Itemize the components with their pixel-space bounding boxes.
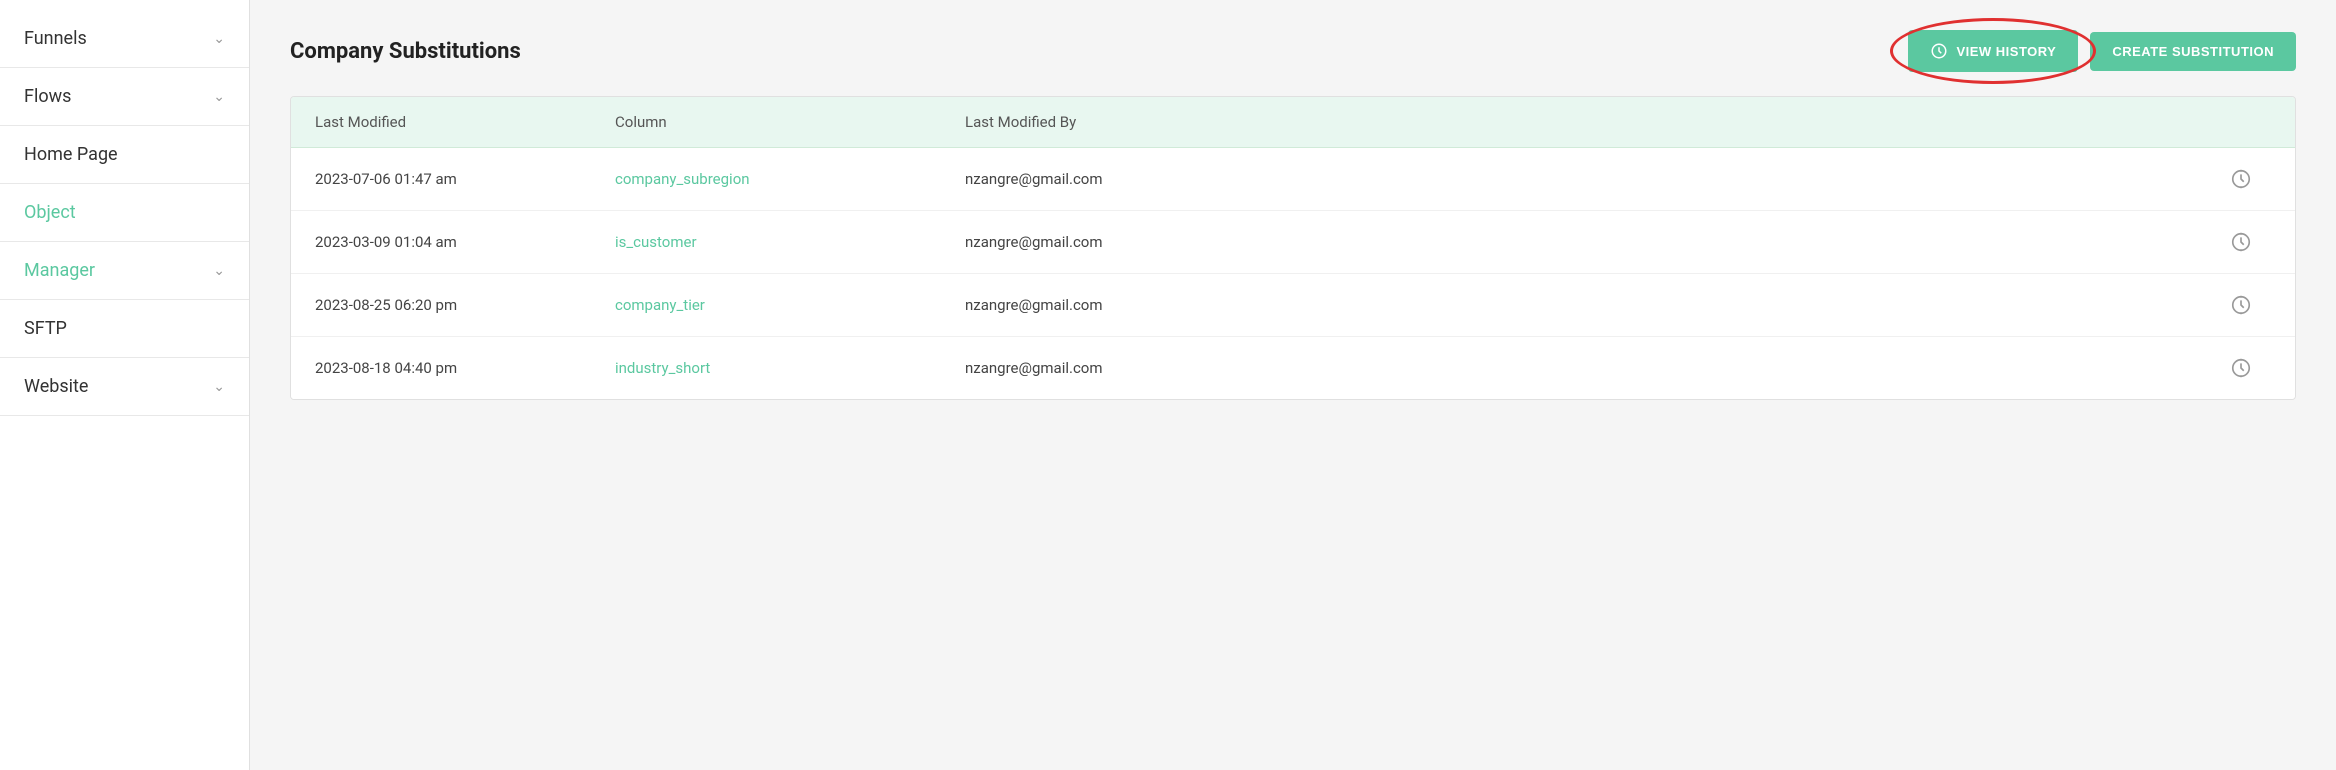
- substitutions-table: Last Modified Column Last Modified By 20…: [290, 96, 2296, 400]
- header-row: Company Substitutions VIEW HISTORY CREAT…: [290, 30, 2296, 72]
- view-history-button[interactable]: VIEW HISTORY: [1908, 30, 2078, 72]
- sidebar: Funnels ⌄ Flows ⌄ Home Page Object Manag…: [0, 0, 250, 770]
- sidebar-item-flows[interactable]: Flows ⌄: [0, 68, 249, 126]
- sidebar-item-label: Flows: [24, 86, 71, 107]
- chevron-down-icon: ⌄: [213, 31, 225, 47]
- sidebar-item-funnels[interactable]: Funnels ⌄: [0, 10, 249, 68]
- col-actions: [2211, 113, 2271, 131]
- chevron-down-icon: ⌄: [213, 379, 225, 395]
- sidebar-item-label: Website: [24, 376, 88, 397]
- row-history-button[interactable]: [2211, 168, 2271, 190]
- create-substitution-button[interactable]: CREATE SUBSTITUTION: [2090, 32, 2296, 71]
- sidebar-item-label: Manager: [24, 260, 95, 281]
- create-substitution-label: CREATE SUBSTITUTION: [2112, 44, 2274, 59]
- col-column: Column: [615, 113, 965, 131]
- page-title: Company Substitutions: [290, 39, 521, 64]
- chevron-down-icon: ⌄: [213, 89, 225, 105]
- cell-column-link[interactable]: company_tier: [615, 296, 965, 314]
- sidebar-item-label: Home Page: [24, 144, 118, 165]
- row-history-button[interactable]: [2211, 357, 2271, 379]
- cell-last-modified: 2023-03-09 01:04 am: [315, 233, 615, 251]
- sidebar-item-label: Funnels: [24, 28, 87, 49]
- cell-last-modified-by: nzangre@gmail.com: [965, 296, 2211, 314]
- table-header: Last Modified Column Last Modified By: [291, 97, 2295, 148]
- cell-last-modified: 2023-08-25 06:20 pm: [315, 296, 615, 314]
- clock-icon: [1930, 42, 1948, 60]
- cell-last-modified-by: nzangre@gmail.com: [965, 233, 2211, 251]
- chevron-down-icon: ⌄: [213, 263, 225, 279]
- cell-last-modified: 2023-08-18 04:40 pm: [315, 359, 615, 377]
- sidebar-item-manager[interactable]: Manager ⌄: [0, 242, 249, 300]
- row-history-button[interactable]: [2211, 294, 2271, 316]
- sidebar-item-website[interactable]: Website ⌄: [0, 358, 249, 416]
- col-last-modified: Last Modified: [315, 113, 615, 131]
- table-row: 2023-07-06 01:47 am company_subregion nz…: [291, 148, 2295, 211]
- cell-last-modified: 2023-07-06 01:47 am: [315, 170, 615, 188]
- cell-last-modified-by: nzangre@gmail.com: [965, 170, 2211, 188]
- view-history-wrapper: VIEW HISTORY: [1908, 30, 2078, 72]
- sidebar-item-label: SFTP: [24, 318, 67, 339]
- cell-column-link[interactable]: industry_short: [615, 359, 965, 377]
- sidebar-item-object[interactable]: Object: [0, 184, 249, 242]
- cell-column-link[interactable]: is_customer: [615, 233, 965, 251]
- table-row: 2023-08-18 04:40 pm industry_short nzang…: [291, 337, 2295, 399]
- cell-column-link[interactable]: company_subregion: [615, 170, 965, 188]
- main-content: Company Substitutions VIEW HISTORY CREAT…: [250, 0, 2336, 770]
- table-row: 2023-03-09 01:04 am is_customer nzangre@…: [291, 211, 2295, 274]
- view-history-label: VIEW HISTORY: [1956, 44, 2056, 59]
- row-history-button[interactable]: [2211, 231, 2271, 253]
- sidebar-item-sftp[interactable]: SFTP: [0, 300, 249, 358]
- table-row: 2023-08-25 06:20 pm company_tier nzangre…: [291, 274, 2295, 337]
- sidebar-item-homepage[interactable]: Home Page: [0, 126, 249, 184]
- cell-last-modified-by: nzangre@gmail.com: [965, 359, 2211, 377]
- header-buttons: VIEW HISTORY CREATE SUBSTITUTION: [1908, 30, 2296, 72]
- col-last-modified-by: Last Modified By: [965, 113, 2211, 131]
- sidebar-item-label: Object: [24, 202, 76, 223]
